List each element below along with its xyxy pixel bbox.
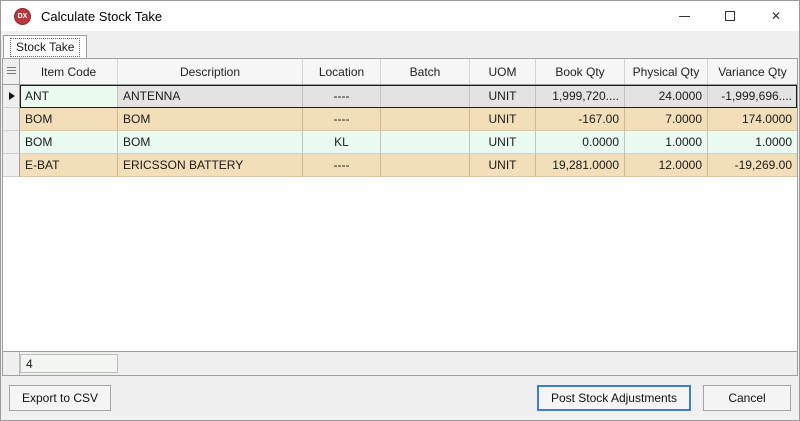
close-icon: ✕ [771, 9, 781, 23]
cell-item-code[interactable]: BOM [20, 131, 118, 154]
row-indicator-cell [3, 85, 20, 108]
cell-variance-qty[interactable]: -1,999,696.... [708, 85, 797, 108]
grid-header-row: Item Code Description Location Batch UOM… [3, 59, 797, 85]
tab-stock-take[interactable]: Stock Take [3, 35, 87, 58]
cell-batch[interactable] [381, 85, 470, 108]
cell-item-code[interactable]: BOM [20, 108, 118, 131]
cell-item-code[interactable]: ANT [20, 85, 118, 108]
cell-location[interactable]: KL [303, 131, 381, 154]
app-logo-icon: DX [14, 8, 31, 25]
calculate-stock-take-dialog: DX Calculate Stock Take ✕ Stock Take Ite… [0, 0, 800, 421]
grid-footer-gutter [3, 352, 20, 375]
grid-corner-button[interactable] [3, 59, 20, 84]
cell-batch[interactable] [381, 131, 470, 154]
cell-description[interactable]: BOM [118, 108, 303, 131]
record-count: 4 [20, 354, 118, 373]
column-header-uom[interactable]: UOM [470, 59, 536, 84]
maximize-icon [725, 11, 735, 21]
stock-take-grid: Item Code Description Location Batch UOM… [2, 58, 798, 376]
cell-variance-qty[interactable]: -19,269.00 [708, 154, 797, 177]
post-stock-adjustments-button[interactable]: Post Stock Adjustments [537, 385, 691, 411]
cell-description[interactable]: ANTENNA [118, 85, 303, 108]
column-header-physical-qty[interactable]: Physical Qty [625, 59, 708, 84]
cell-physical-qty[interactable]: 12.0000 [625, 154, 708, 177]
table-row: E-BAT ERICSSON BATTERY ---- UNIT 19,281.… [3, 154, 797, 177]
minimize-button[interactable] [661, 1, 707, 31]
table-row: BOM BOM KL UNIT 0.0000 1.0000 1.0000 [3, 131, 797, 154]
column-header-book-qty[interactable]: Book Qty [536, 59, 625, 84]
minimize-icon [679, 16, 690, 17]
cell-physical-qty[interactable]: 7.0000 [625, 108, 708, 131]
table-row: ANT ANTENNA ---- UNIT 1,999,720.... 24.0… [3, 85, 797, 108]
row-indicator-cell [3, 131, 20, 154]
cell-physical-qty[interactable]: 1.0000 [625, 131, 708, 154]
cell-location[interactable]: ---- [303, 108, 381, 131]
tab-strip: Stock Take [1, 31, 799, 58]
grid-footer: 4 [3, 351, 797, 375]
column-header-location[interactable]: Location [303, 59, 381, 84]
column-header-description[interactable]: Description [118, 59, 303, 84]
cell-batch[interactable] [381, 108, 470, 131]
cell-physical-qty[interactable]: 24.0000 [625, 85, 708, 108]
cell-variance-qty[interactable]: 174.0000 [708, 108, 797, 131]
cell-variance-qty[interactable]: 1.0000 [708, 131, 797, 154]
column-header-batch[interactable]: Batch [381, 59, 470, 84]
row-indicator-cell [3, 154, 20, 177]
cell-location[interactable]: ---- [303, 85, 381, 108]
cell-description[interactable]: BOM [118, 131, 303, 154]
cell-book-qty[interactable]: 1,999,720.... [536, 85, 625, 108]
grid-options-icon [7, 67, 16, 76]
cell-batch[interactable] [381, 154, 470, 177]
cell-book-qty[interactable]: -167.00 [536, 108, 625, 131]
cell-uom[interactable]: UNIT [470, 85, 536, 108]
cell-uom[interactable]: UNIT [470, 154, 536, 177]
grid-empty-area [3, 177, 797, 351]
cell-book-qty[interactable]: 19,281.0000 [536, 154, 625, 177]
cell-item-code[interactable]: E-BAT [20, 154, 118, 177]
cancel-button[interactable]: Cancel [703, 385, 791, 411]
title-bar: DX Calculate Stock Take ✕ [1, 1, 799, 31]
cell-uom[interactable]: UNIT [470, 131, 536, 154]
column-header-variance-qty[interactable]: Variance Qty [708, 59, 797, 84]
close-button[interactable]: ✕ [753, 1, 799, 31]
tab-stock-take-label: Stock Take [10, 38, 80, 57]
cell-uom[interactable]: UNIT [470, 108, 536, 131]
cell-description[interactable]: ERICSSON BATTERY [118, 154, 303, 177]
maximize-button[interactable] [707, 1, 753, 31]
table-row: BOM BOM ---- UNIT -167.00 7.0000 174.000… [3, 108, 797, 131]
window-title: Calculate Stock Take [41, 9, 162, 24]
row-indicator-icon [9, 92, 15, 100]
export-to-csv-button[interactable]: Export to CSV [9, 385, 111, 411]
row-indicator-cell [3, 108, 20, 131]
cell-location[interactable]: ---- [303, 154, 381, 177]
column-header-item-code[interactable]: Item Code [20, 59, 118, 84]
cell-book-qty[interactable]: 0.0000 [536, 131, 625, 154]
dialog-button-bar: Export to CSV Post Stock Adjustments Can… [1, 376, 799, 420]
